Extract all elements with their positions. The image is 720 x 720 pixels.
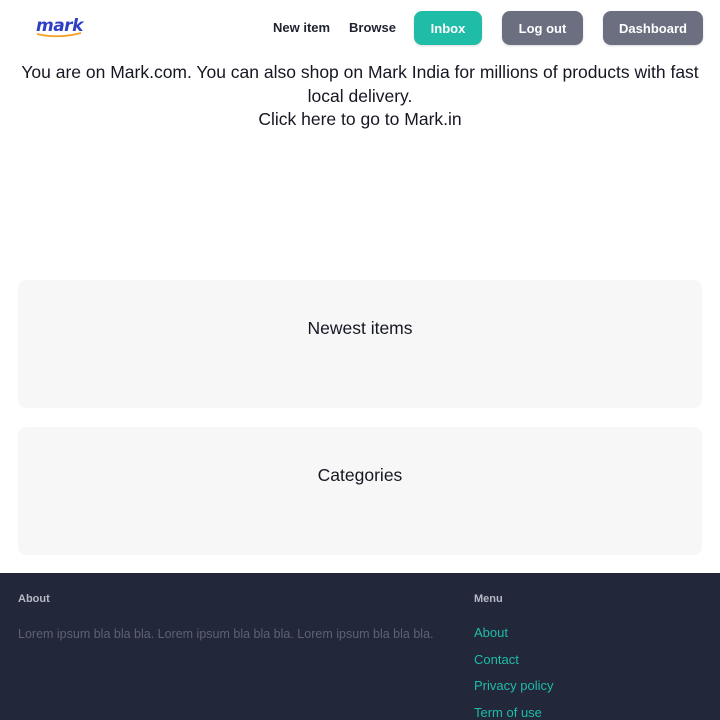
newest-items-section: Newest items (18, 280, 702, 408)
region-notice-text: You are on Mark.com. You can also shop o… (21, 62, 699, 106)
categories-title: Categories (317, 465, 403, 485)
footer-about-text: Lorem ipsum bla bla bla. Lorem ipsum bla… (18, 627, 434, 641)
newest-items-title: Newest items (307, 318, 413, 338)
footer-link-privacy[interactable]: Privacy policy (474, 678, 553, 693)
footer-link-terms[interactable]: Term of use (474, 705, 542, 720)
new-item-link[interactable]: New item (273, 20, 330, 35)
categories-section: Categories (18, 427, 702, 555)
logo-swoosh-icon (36, 32, 82, 38)
footer-about-heading: About (18, 593, 50, 605)
logout-button[interactable]: Log out (502, 11, 583, 45)
site-footer: About Lorem ipsum bla bla bla. Lorem ips… (0, 573, 720, 720)
top-navbar: mark New item Browse Inbox Log out Dashb… (0, 0, 720, 58)
footer-link-contact[interactable]: Contact (474, 652, 519, 667)
dashboard-button[interactable]: Dashboard (603, 11, 703, 45)
region-redirect-link[interactable]: Click here to go to Mark.in (258, 109, 461, 129)
footer-link-about[interactable]: About (474, 625, 508, 640)
browse-link[interactable]: Browse (349, 20, 396, 35)
region-notice: You are on Mark.com. You can also shop o… (0, 61, 720, 132)
footer-menu-heading: Menu (474, 593, 503, 605)
inbox-button[interactable]: Inbox (414, 11, 482, 45)
